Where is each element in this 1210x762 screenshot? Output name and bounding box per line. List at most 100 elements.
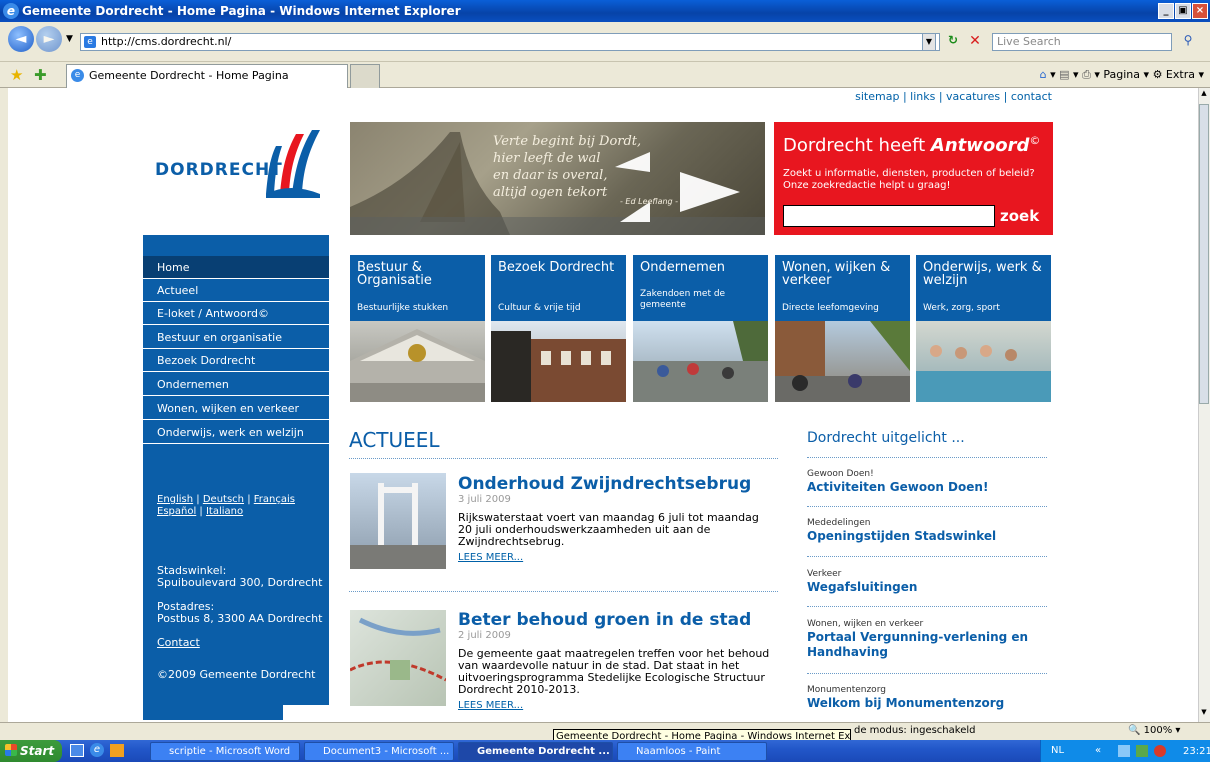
uitgelicht-link[interactable]: Wegafsluitingen: [807, 580, 1047, 595]
sidebar-item-eloket[interactable]: E-loket / Antwoord©: [143, 302, 329, 325]
news-thumbnail-map[interactable]: [349, 610, 447, 706]
sidebar-item-ondernemen[interactable]: Ondernemen: [143, 373, 329, 396]
sidebar-item-actueel[interactable]: Actueel: [143, 279, 329, 302]
clock[interactable]: 23:21: [1183, 746, 1210, 757]
close-button[interactable]: ×: [1192, 3, 1208, 19]
new-tab-button[interactable]: [350, 64, 380, 88]
scroll-down-icon[interactable]: ▼: [1199, 708, 1209, 720]
copyright: ©2009 Gemeente Dordrecht: [157, 668, 316, 681]
sidebar-item-wonen[interactable]: Wonen, wijken en verkeer: [143, 397, 329, 420]
tile-wonen[interactable]: Wonen, wijken & verkeer Directe leefomge…: [775, 255, 910, 402]
tile-subtitle: Bestuurlijke stukken: [357, 303, 449, 313]
address-dropdown-button[interactable]: ▼: [922, 33, 936, 51]
tile-title: Bestuur & Organisatie: [357, 260, 432, 288]
tile-title: Onderwijs, werk & welzijn: [923, 260, 1042, 288]
history-dropdown-icon[interactable]: ▼: [66, 34, 73, 44]
uitgelicht-link[interactable]: Openingstijden Stadswinkel: [807, 529, 1047, 544]
stop-icon[interactable]: ✕: [966, 33, 984, 51]
uitgelicht-link[interactable]: Portaal Vergunning-verlening en Handhavi…: [807, 630, 1047, 660]
antwoord-subtitle: Zoekt u informatie, diensten, producten …: [783, 168, 1035, 191]
sidebar-item-home[interactable]: Home: [143, 256, 329, 279]
tile-subtitle: Zakendoen met de gemeente: [640, 289, 726, 310]
lang-francais-link[interactable]: Français: [254, 494, 295, 505]
language-indicator[interactable]: NL: [1051, 745, 1064, 756]
minimize-button[interactable]: _: [1158, 3, 1174, 19]
add-favorites-icon[interactable]: ✚: [34, 66, 47, 84]
sidebar-item-bestuur[interactable]: Bestuur en organisatie: [143, 326, 329, 349]
tray-app-icon[interactable]: [1136, 745, 1148, 757]
task-paint[interactable]: Naamloos - Paint: [617, 742, 767, 761]
tile-subtitle: Directe leefomgeving: [782, 303, 879, 313]
protected-mode-status[interactable]: de modus: ingeschakeld: [854, 725, 975, 736]
window-title: Gemeente Dordrecht - Home Pagina - Windo…: [22, 4, 461, 18]
zoek-button[interactable]: zoek: [1000, 207, 1039, 225]
tray-security-icon[interactable]: [1154, 745, 1166, 757]
print-icon[interactable]: ⎙: [1082, 68, 1091, 81]
uitgelicht-link[interactable]: Welkom bij Monumentenzorg: [807, 696, 1047, 711]
maximize-button[interactable]: ▣: [1175, 3, 1191, 19]
read-more-link[interactable]: LEES MEER...: [458, 552, 523, 563]
tray-network-icon[interactable]: [1118, 745, 1130, 757]
quicklaunch-media-icon[interactable]: [110, 744, 124, 757]
tile-ondernemen[interactable]: Ondernemen Zakendoen met de gemeente: [633, 255, 768, 402]
news-thumbnail-bridge[interactable]: [350, 473, 446, 569]
divider: [807, 556, 1047, 557]
read-more-link[interactable]: LEES MEER...: [458, 700, 523, 711]
search-icon[interactable]: ⚲: [1178, 33, 1198, 51]
news-title[interactable]: Beter behoud groen in de stad: [458, 610, 751, 630]
scrollbar-thumb[interactable]: [1199, 104, 1209, 404]
tools-menu[interactable]: ⚙ Extra ▾: [1153, 68, 1204, 81]
news-title[interactable]: Onderhoud Zwijndrechtsebrug: [458, 474, 751, 494]
antwoord-title: Dordrecht heeft Antwoord©: [783, 134, 1041, 156]
news-body: De gemeente gaat maatregelen treffen voo…: [458, 647, 770, 696]
tile-image-street: [775, 321, 910, 402]
back-button[interactable]: ◄: [8, 26, 34, 52]
tile-title: Ondernemen: [640, 260, 725, 275]
divider: [807, 673, 1047, 674]
top-links[interactable]: sitemap | links | vacatures | contact: [840, 90, 1052, 106]
task-word-document3[interactable]: Document3 - Microsoft ...: [304, 742, 454, 761]
home-icon[interactable]: ⌂: [1040, 68, 1047, 81]
windows-logo-icon: [5, 744, 17, 756]
tab-label: Gemeente Dordrecht - Home Pagina: [89, 69, 289, 82]
news-date: 2 juli 2009: [458, 630, 511, 641]
tile-title: Wonen, wijken & verkeer: [782, 260, 891, 288]
sidebar-item-onderwijs[interactable]: Onderwijs, werk en welzijn: [143, 421, 329, 444]
logo-mark-icon: [266, 130, 320, 198]
favorites-star-icon[interactable]: ★: [10, 66, 23, 84]
tile-bestuur[interactable]: Bestuur & Organisatie Bestuurlijke stukk…: [350, 255, 485, 402]
lang-deutsch-link[interactable]: Deutsch: [203, 494, 244, 505]
scroll-up-icon[interactable]: ▲: [1199, 89, 1209, 101]
actueel-heading: ACTUEEL: [349, 428, 440, 452]
refresh-icon[interactable]: ↻: [944, 33, 962, 51]
command-bar: ⌂ ▾ ▤ ▾ ⎙ ▾ Pagina ▾ ⚙ Extra ▾: [1039, 68, 1204, 81]
antwoord-search-input[interactable]: [783, 205, 995, 227]
page-menu[interactable]: Pagina ▾: [1103, 68, 1149, 81]
language-links: English | Deutsch | Français Español | I…: [157, 494, 295, 517]
tile-subtitle: Cultuur & vrije tijd: [498, 303, 581, 313]
forward-button[interactable]: ►: [36, 26, 62, 52]
live-search-input[interactable]: Live Search: [992, 33, 1172, 51]
feeds-icon[interactable]: ▤: [1059, 68, 1069, 81]
window-title-bar: Gemeente Dordrecht - Home Pagina - Windo…: [0, 0, 1210, 22]
tile-bezoek[interactable]: Bezoek Dordrecht Cultuur & vrije tijd: [491, 255, 626, 402]
task-ie-dordrecht[interactable]: Gemeente Dordrecht ...: [458, 742, 613, 761]
browser-tab[interactable]: Gemeente Dordrecht - Home Pagina: [66, 64, 348, 88]
lang-italiano-link[interactable]: Italiano: [206, 506, 243, 517]
show-desktop-icon[interactable]: [70, 744, 84, 757]
tile-onderwijs[interactable]: Onderwijs, werk & welzijn Werk, zorg, sp…: [916, 255, 1051, 402]
contact-link[interactable]: Contact: [157, 637, 325, 649]
tray-expand-icon[interactable]: «: [1095, 745, 1101, 756]
address-input[interactable]: http://cms.dordrecht.nl/: [80, 33, 940, 51]
lang-espanol-link[interactable]: Español: [157, 506, 196, 517]
quicklaunch-ie-icon[interactable]: e: [90, 743, 104, 757]
divider: [807, 457, 1047, 458]
uitgelicht-link[interactable]: Activiteiten Gewoon Doen!: [807, 480, 1047, 495]
sidebar-item-bezoek[interactable]: Bezoek Dordrecht: [143, 349, 329, 372]
tile-image-swimming: [916, 321, 1051, 402]
lang-english-link[interactable]: English: [157, 494, 193, 505]
zoom-level[interactable]: 🔍 100% ▾: [1128, 725, 1180, 736]
task-word-scriptie[interactable]: scriptie - Microsoft Word: [150, 742, 300, 761]
divider: [807, 606, 1047, 607]
divider: [349, 458, 778, 459]
